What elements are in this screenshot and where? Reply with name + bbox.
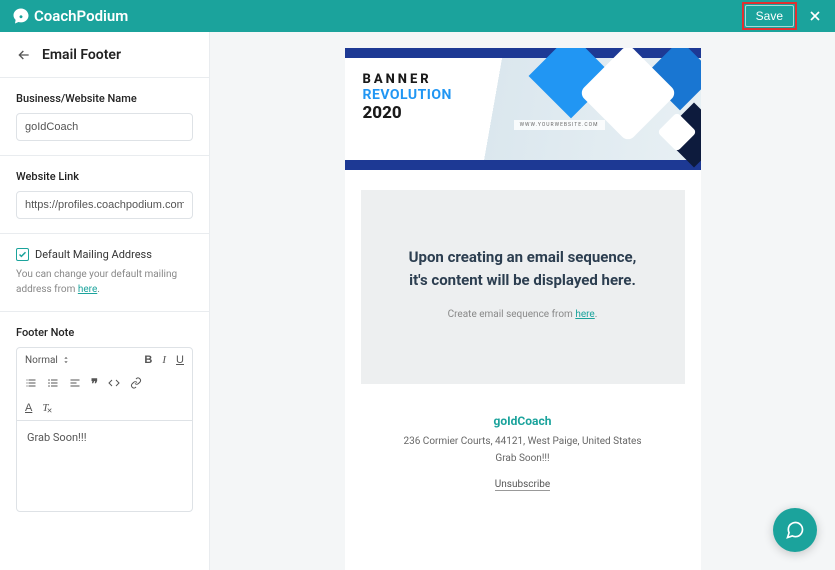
ordered-list-icon[interactable]	[25, 377, 37, 392]
settings-sidebar: Email Footer Business/Website Name Websi…	[0, 32, 210, 570]
banner-title-3: 2020	[363, 103, 452, 123]
create-sequence-link[interactable]: here	[575, 309, 594, 320]
mailing-help-text: You can change your default mailing addr…	[16, 267, 193, 297]
mailing-section: Default Mailing Address You can change y…	[0, 234, 209, 312]
banner-url: WWW.YOURWEBSITE.COM	[514, 120, 605, 130]
business-name-input[interactable]	[16, 113, 193, 141]
mailing-checkbox[interactable]	[16, 248, 29, 261]
email-card: BANNER REVOLUTION 2020 WWW.YOURWEBSITE.C…	[345, 48, 701, 570]
footer-business-name: goIdCoach	[365, 414, 681, 428]
mailing-checkbox-label: Default Mailing Address	[35, 248, 152, 261]
content-line-1: Upon creating an email sequence,	[383, 246, 663, 269]
sidebar-title: Email Footer	[42, 47, 121, 63]
app-header: CoachPodium Save	[0, 0, 835, 32]
app-name: CoachPodium	[34, 7, 128, 25]
email-content-placeholder: Upon creating an email sequence, it's co…	[361, 190, 685, 384]
sidebar-header: Email Footer	[0, 32, 209, 78]
chat-icon	[785, 520, 805, 540]
footer-note-text: Grab Soon!!!	[365, 453, 681, 464]
editor-toolbar: Normal B I U	[17, 348, 192, 421]
align-icon[interactable]	[69, 377, 81, 392]
quote-icon[interactable]: ❞	[91, 376, 98, 392]
footer-note-editor: Normal B I U	[16, 347, 193, 512]
font-size-select[interactable]: Normal	[25, 355, 70, 366]
save-button-highlight: Save	[742, 2, 797, 30]
content-line-2: it's content will be displayed here.	[383, 269, 663, 292]
text-color-icon[interactable]: A	[25, 402, 32, 414]
email-footer: goIdCoach 236 Cormier Courts, 44121, Wes…	[345, 404, 701, 519]
website-link-section: Website Link	[0, 156, 209, 234]
email-preview-area: BANNER REVOLUTION 2020 WWW.YOURWEBSITE.C…	[210, 32, 835, 570]
underline-icon[interactable]: U	[176, 354, 184, 366]
unsubscribe-link[interactable]: Unsubscribe	[495, 479, 550, 491]
footer-note-textarea[interactable]: Grab Soon!!!	[17, 421, 192, 511]
help-fab[interactable]	[773, 508, 817, 552]
banner-title-2: REVOLUTION	[363, 87, 452, 103]
email-banner: BANNER REVOLUTION 2020 WWW.YOURWEBSITE.C…	[345, 48, 701, 170]
save-button[interactable]: Save	[745, 5, 794, 27]
clear-format-icon[interactable]: T✕	[42, 402, 48, 414]
mailing-here-link[interactable]: here	[78, 284, 97, 295]
bold-icon[interactable]: B	[144, 354, 152, 366]
link-icon[interactable]	[130, 377, 142, 392]
unordered-list-icon[interactable]	[47, 377, 59, 392]
banner-title-1: BANNER	[363, 72, 452, 87]
footer-note-section: Footer Note Normal B I U	[0, 312, 209, 526]
back-arrow-icon[interactable]	[16, 47, 32, 63]
close-icon[interactable]	[807, 8, 823, 24]
code-icon[interactable]	[108, 377, 120, 392]
website-link-input[interactable]	[16, 191, 193, 219]
italic-icon[interactable]: I	[162, 354, 166, 366]
footer-note-label: Footer Note	[16, 326, 193, 339]
content-sub: Create email sequence from here.	[383, 309, 663, 320]
chat-bubble-icon	[12, 7, 30, 25]
business-name-section: Business/Website Name	[0, 78, 209, 156]
website-link-label: Website Link	[16, 170, 193, 183]
footer-address: 236 Cormier Courts, 44121, West Paige, U…	[365, 436, 681, 447]
app-logo: CoachPodium	[12, 7, 128, 25]
business-name-label: Business/Website Name	[16, 92, 193, 105]
